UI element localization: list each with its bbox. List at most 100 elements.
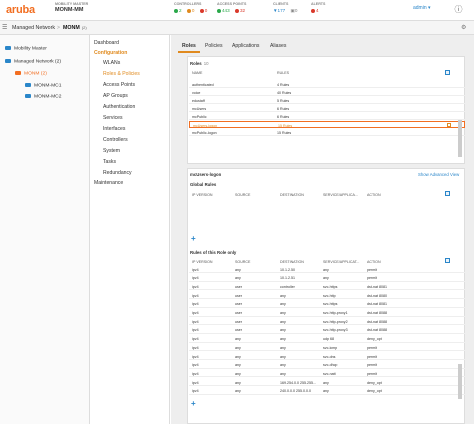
rule-row[interactable]: ipv4 any 240.0.0.0 255.0.0.0 any deny_opt xyxy=(189,388,465,395)
rule-service: svc-http-proxy3 xyxy=(323,328,348,333)
role-rules-count: 4 Rules xyxy=(277,82,290,87)
tree-item-monm[interactable]: MONM (2) xyxy=(15,71,47,76)
role-col-service[interactable]: SERVICE/APPLICAT... xyxy=(323,260,359,264)
device-count: (2) xyxy=(81,25,87,30)
rule-ip-version: ipv4 xyxy=(192,337,199,342)
menu-configuration[interactable]: Configuration xyxy=(94,50,127,56)
role-row[interactable]: voice 40 Rules xyxy=(189,89,465,96)
tree-item-mobility-master[interactable]: Mobility Master xyxy=(5,46,47,51)
menu-item-system[interactable]: System xyxy=(103,148,120,154)
rule-row[interactable]: ipv4 user any svc-http-proxy2 dst-nat 8088 xyxy=(189,318,465,326)
role-name: mcUsers-logon xyxy=(193,123,218,128)
tab-applications[interactable]: Applications xyxy=(228,41,263,51)
clients-summary[interactable]: CLIENTS ▼177 ▣0 xyxy=(273,2,297,14)
role-row[interactable]: mcPublic-logon 15 Rules xyxy=(189,129,465,136)
menu-item-wlans[interactable]: WLANs xyxy=(103,60,120,66)
rules-scrollbar[interactable] xyxy=(458,364,462,399)
aruba-logo[interactable]: aruba xyxy=(6,4,35,16)
access-points-summary[interactable]: ACCESS POINTS 443 32 xyxy=(217,2,246,13)
rule-row[interactable]: ipv4 user any svc-https dst-nat 8081 xyxy=(189,301,465,308)
global-rules-title: Global Rules xyxy=(190,182,217,187)
role-row[interactable]: mcUsers-logon 15 Rules xyxy=(189,121,465,128)
tab-aliases[interactable]: Aliases xyxy=(266,41,290,51)
controllers-warn-count: 0 xyxy=(191,8,195,13)
add-global-rule-icon[interactable]: + xyxy=(191,234,196,243)
device-name: MONM xyxy=(63,25,80,31)
controllers-summary[interactable]: CONTROLLERS 2 0 0 xyxy=(174,2,207,13)
tree-item-monm-mc1[interactable]: MONM-MC1 xyxy=(25,83,61,88)
menu-item-access-points[interactable]: Access Points xyxy=(103,82,135,88)
global-col-service[interactable]: SERVICE/APPLICA... xyxy=(323,193,358,197)
rule-row[interactable]: ipv4 user controller svc-https dst-nat 8081 xyxy=(189,283,465,291)
column-settings-icon[interactable] xyxy=(445,191,450,196)
menu-item-tasks[interactable]: Tasks xyxy=(103,159,116,165)
add-role-rule-icon[interactable]: + xyxy=(191,399,196,408)
critical-status-icon xyxy=(311,8,315,13)
menu-item-ap-groups[interactable]: AP Groups xyxy=(103,93,128,99)
mm-name: MONM-MM xyxy=(55,7,84,13)
show-advanced-view-link[interactable]: Show Advanced View xyxy=(418,172,459,177)
tree-toggle-icon[interactable]: ☰ xyxy=(2,24,7,31)
col-name[interactable]: NAME xyxy=(192,71,202,75)
rule-row[interactable]: ipv4 any any udp 68 deny_opt xyxy=(189,336,465,343)
roles-scrollbar[interactable] xyxy=(458,120,462,157)
user-menu[interactable]: admin ▾ xyxy=(413,5,431,11)
menu-item-redundancy[interactable]: Redundancy xyxy=(103,170,132,176)
menu-item-interfaces[interactable]: Interfaces xyxy=(103,126,125,132)
tab-policies[interactable]: Policies xyxy=(201,41,227,51)
menu-maintenance[interactable]: Maintenance xyxy=(94,180,123,186)
wired-clients-count: 0 xyxy=(294,8,298,13)
col-rules[interactable]: RULES xyxy=(277,71,289,75)
rule-row[interactable]: ipv4 user any svc-http-proxy1 dst-nat 8088 xyxy=(189,310,465,317)
column-settings-icon[interactable] xyxy=(445,70,450,75)
role-rules-count: 6 Rules xyxy=(277,114,290,119)
rule-row[interactable]: ipv4 user any svc-http-proxy3 dst-nat 8088 xyxy=(189,327,465,334)
rule-row[interactable]: ipv4 user any svc-http dst-nat 8080 xyxy=(189,292,465,300)
tree-item-label: MONM-MC2 xyxy=(34,94,62,100)
role-row[interactable]: authenticated 4 Rules xyxy=(189,81,465,88)
rule-row[interactable]: ipv4 any 10.1.2.50 any permit xyxy=(189,266,465,273)
rule-row[interactable]: ipv4 any any svc-dhcp permit xyxy=(189,362,465,369)
rule-row[interactable]: ipv4 any 10.1.2.51 any permit xyxy=(189,275,465,282)
role-row[interactable]: mcUsers 6 Rules xyxy=(189,105,465,112)
critical-status-icon xyxy=(234,8,239,13)
network-tree: Mobility Master Managed Network (2) MONM… xyxy=(0,35,90,424)
rule-destination: any xyxy=(280,293,286,298)
tree-item-managed-network[interactable]: Managed Network (2) xyxy=(5,59,61,64)
role-rules-count: 40 Rules xyxy=(277,90,292,95)
rule-ip-version: ipv4 xyxy=(192,276,199,281)
controller-icon xyxy=(25,94,31,98)
tab-roles[interactable]: Roles xyxy=(178,41,200,53)
help-icon[interactable]: ⓘ xyxy=(452,3,465,16)
menu-item-controllers[interactable]: Controllers xyxy=(103,137,128,143)
menu-item-roles-policies[interactable]: Roles & Policies xyxy=(103,71,140,77)
menu-dashboard[interactable]: Dashboard xyxy=(94,40,119,46)
rule-row[interactable]: ipv4 any 169.254.0.0 255.255... any deny_opt xyxy=(189,379,465,387)
critical-status-icon xyxy=(199,8,204,13)
role-row[interactable]: mcPublic 6 Rules xyxy=(189,113,465,120)
role-col-source[interactable]: SOURCE xyxy=(235,260,250,264)
role-col-action[interactable]: ACTION xyxy=(367,260,381,264)
alerts-summary[interactable]: ALERTS 4 xyxy=(311,2,325,13)
rule-row[interactable]: ipv4 any any svc-icmp permit xyxy=(189,344,465,352)
global-col-destination[interactable]: DESTINATION xyxy=(280,193,304,197)
rule-row[interactable]: ipv4 any any svc-natt permit xyxy=(189,370,465,378)
role-col-ip-version[interactable]: IP VERSION xyxy=(192,260,213,264)
rule-ip-version: ipv4 xyxy=(192,371,199,376)
edit-icon[interactable] xyxy=(447,123,451,127)
global-col-source[interactable]: SOURCE xyxy=(235,193,250,197)
global-col-ip-version[interactable]: IP VERSION xyxy=(192,193,213,197)
settings-icon[interactable]: ⚙ xyxy=(461,24,466,31)
menu-item-authentication[interactable]: Authentication xyxy=(103,104,135,110)
global-col-action[interactable]: ACTION xyxy=(367,193,381,197)
breadcrumb-managed-network[interactable]: Managed Network xyxy=(12,25,55,31)
column-settings-icon[interactable] xyxy=(445,258,450,263)
role-row[interactable]: edustaff 5 Rules xyxy=(189,97,465,104)
roles-count: 10 xyxy=(203,61,209,66)
role-col-destination[interactable]: DESTINATION xyxy=(280,260,304,264)
tree-item-monm-mc2[interactable]: MONM-MC2 xyxy=(25,94,61,99)
menu-item-services[interactable]: Services xyxy=(103,115,123,121)
rule-ip-version: ipv4 xyxy=(192,345,199,350)
rule-destination: 240.0.0.0 255.0.0.0 xyxy=(280,389,311,394)
rule-row[interactable]: ipv4 any any svc-dns permit xyxy=(189,353,465,360)
